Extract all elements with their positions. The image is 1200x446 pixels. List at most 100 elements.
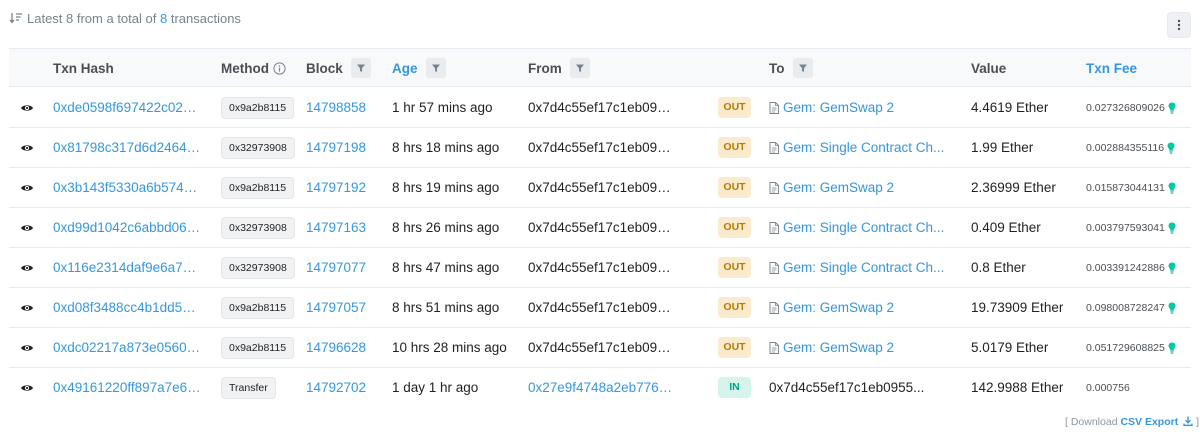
to-address[interactable]: Gem: GemSwap 2 (769, 168, 949, 207)
txn-hash-link[interactable]: 0x49161220ff897a7e648... (53, 368, 203, 407)
info-icon[interactable] (273, 61, 286, 75)
txn-hash-link[interactable]: 0x116e2314daf9e6a769... (53, 248, 203, 287)
download-icon[interactable] (1183, 416, 1193, 426)
block-link[interactable]: 14797192 (306, 168, 366, 207)
to-address[interactable]: Gem: GemSwap 2 (769, 288, 949, 327)
to-contract-name[interactable]: Gem: GemSwap 2 (783, 180, 894, 195)
to-contract-link[interactable]: Gem: GemSwap 2 (769, 300, 894, 315)
table-header: Txn Hash Method Block Age From To Value … (9, 48, 1191, 87)
to-contract-name[interactable]: Gem: Single Contract Ch... (783, 140, 944, 155)
from-address-text: 0x7d4c55ef17c1eb0955... (528, 180, 676, 195)
txn-hash-link[interactable]: 0xd99d1042c6abbd062a... (53, 208, 203, 247)
header-age[interactable]: Age (392, 49, 446, 87)
txn-hash-link[interactable]: 0x81798c317d6d2464a9... (53, 128, 203, 167)
txn-hash-link[interactable]: 0x3b143f5330a6b57480... (53, 168, 203, 207)
more-options-button[interactable] (1167, 12, 1191, 38)
from-address: 0x7d4c55ef17c1eb0955... (528, 288, 676, 327)
block-link[interactable]: 14797163 (306, 208, 366, 247)
block-link[interactable]: 14792702 (306, 368, 366, 407)
txn-hash-text[interactable]: 0x81798c317d6d2464a9... (53, 140, 203, 155)
direction-badge: OUT (718, 328, 751, 367)
view-details-button[interactable] (20, 208, 36, 247)
to-address[interactable]: Gem: Single Contract Ch... (769, 248, 949, 287)
to-contract-link[interactable]: Gem: Single Contract Ch... (769, 220, 944, 235)
to-contract-link[interactable]: Gem: Single Contract Ch... (769, 140, 944, 155)
age-filter-button[interactable] (425, 58, 446, 78)
eye-icon (21, 104, 33, 111)
view-details-button[interactable] (20, 288, 36, 327)
view-details-button[interactable] (20, 88, 36, 127)
lightbulb-icon[interactable] (1168, 342, 1176, 354)
to-contract-name[interactable]: Gem: GemSwap 2 (783, 340, 894, 355)
txn-fee: 0.027326809026 (1086, 88, 1176, 127)
block-link[interactable]: 14796628 (306, 328, 366, 367)
direction-label: OUT (718, 217, 751, 238)
txn-hash-text[interactable]: 0xd08f3488cc4b1dd58f2... (53, 300, 203, 315)
txn-fee-text: 0.027326809026 (1086, 101, 1165, 114)
to-contract-name[interactable]: Gem: Single Contract Ch... (783, 220, 944, 235)
lightbulb-icon[interactable] (1167, 142, 1175, 154)
txn-hash-text[interactable]: 0xd99d1042c6abbd062a... (53, 220, 203, 235)
method-badge: 0x32973908 (221, 208, 295, 247)
block-link[interactable]: 14798858 (306, 88, 366, 127)
view-details-button[interactable] (20, 128, 36, 167)
txn-hash-text[interactable]: 0xde0598f697422c021c... (53, 100, 203, 115)
lightbulb-icon[interactable] (1168, 182, 1176, 194)
to-address[interactable]: Gem: Single Contract Ch... (769, 208, 949, 247)
block-link[interactable]: 14797198 (306, 128, 366, 167)
header-age-label[interactable]: Age (392, 61, 418, 76)
to-contract-link[interactable]: Gem: GemSwap 2 (769, 100, 894, 115)
txn-hash-link[interactable]: 0xdc02217a873e0560f5... (53, 328, 203, 367)
lightbulb-icon[interactable] (1168, 222, 1176, 234)
method-label: 0x9a2b8115 (221, 336, 295, 359)
lightbulb-icon[interactable] (1168, 102, 1176, 114)
txn-fee-text: 0.003391242886 (1086, 261, 1165, 274)
eye-icon (21, 344, 33, 351)
header-from-label: From (528, 60, 562, 76)
txn-hash-text[interactable]: 0x116e2314daf9e6a769... (53, 260, 203, 275)
contract-document-icon (769, 221, 779, 234)
block-link[interactable]: 14797077 (306, 248, 366, 287)
transactions-summary: Latest 8 from a total of 8 transactions (9, 11, 241, 26)
to-contract-link[interactable]: Gem: GemSwap 2 (769, 180, 894, 195)
block-link[interactable]: 14797057 (306, 288, 366, 327)
value-text: 5.0179 Ether (971, 340, 1049, 355)
csv-export-link[interactable]: CSV Export (1120, 416, 1178, 428)
view-details-button[interactable] (20, 328, 36, 367)
to-contract-link[interactable]: Gem: GemSwap 2 (769, 340, 894, 355)
to-contract-name[interactable]: Gem: GemSwap 2 (783, 100, 894, 115)
to-contract-name[interactable]: Gem: Single Contract Ch... (783, 260, 944, 275)
to-address[interactable]: Gem: GemSwap 2 (769, 88, 949, 127)
from-address[interactable]: 0x27e9f4748a2eb776be... (528, 368, 676, 407)
value-text: 142.9988 Ether (971, 380, 1064, 395)
txn-fee-text: 0.003797593041 (1086, 221, 1165, 234)
table-row: 0xde0598f697422c021c... 0x9a2b8115 14798… (9, 88, 1191, 128)
view-details-button[interactable] (20, 168, 36, 207)
to-address[interactable]: Gem: Single Contract Ch... (769, 128, 949, 167)
txn-hash-link[interactable]: 0xd08f3488cc4b1dd58f2... (53, 288, 203, 327)
to-filter-button[interactable] (792, 58, 813, 78)
view-details-button[interactable] (20, 248, 36, 287)
lightbulb-icon[interactable] (1168, 262, 1176, 274)
direction-badge: OUT (718, 288, 751, 327)
txn-hash-text[interactable]: 0xdc02217a873e0560f5... (53, 340, 203, 355)
lightbulb-icon[interactable] (1168, 302, 1176, 314)
download-csv: [ Download CSV Export ] (1065, 416, 1199, 428)
txn-hash-link[interactable]: 0xde0598f697422c021c... (53, 88, 203, 127)
header-txn-fee[interactable]: Txn Fee (1086, 49, 1137, 87)
txn-hash-text[interactable]: 0x3b143f5330a6b57480... (53, 180, 203, 195)
txn-fee-text: 0.051729608825 (1086, 341, 1165, 354)
to-contract-name[interactable]: Gem: GemSwap 2 (783, 300, 894, 315)
summary-prefix: Latest 8 from a total of (27, 11, 157, 26)
direction-label: OUT (718, 97, 751, 118)
view-details-button[interactable] (20, 368, 36, 407)
from-address-text[interactable]: 0x27e9f4748a2eb776be... (528, 380, 676, 395)
from-filter-button[interactable] (569, 58, 590, 78)
to-contract-link[interactable]: Gem: Single Contract Ch... (769, 260, 944, 275)
value-text: 0.409 Ether (971, 220, 1041, 235)
txn-hash-text[interactable]: 0x49161220ff897a7e648... (53, 380, 203, 395)
block-filter-button[interactable] (350, 58, 371, 78)
summary-count-link[interactable]: 8 (160, 11, 167, 26)
method-label: 0x9a2b8115 (221, 296, 295, 319)
to-address[interactable]: Gem: GemSwap 2 (769, 328, 949, 367)
